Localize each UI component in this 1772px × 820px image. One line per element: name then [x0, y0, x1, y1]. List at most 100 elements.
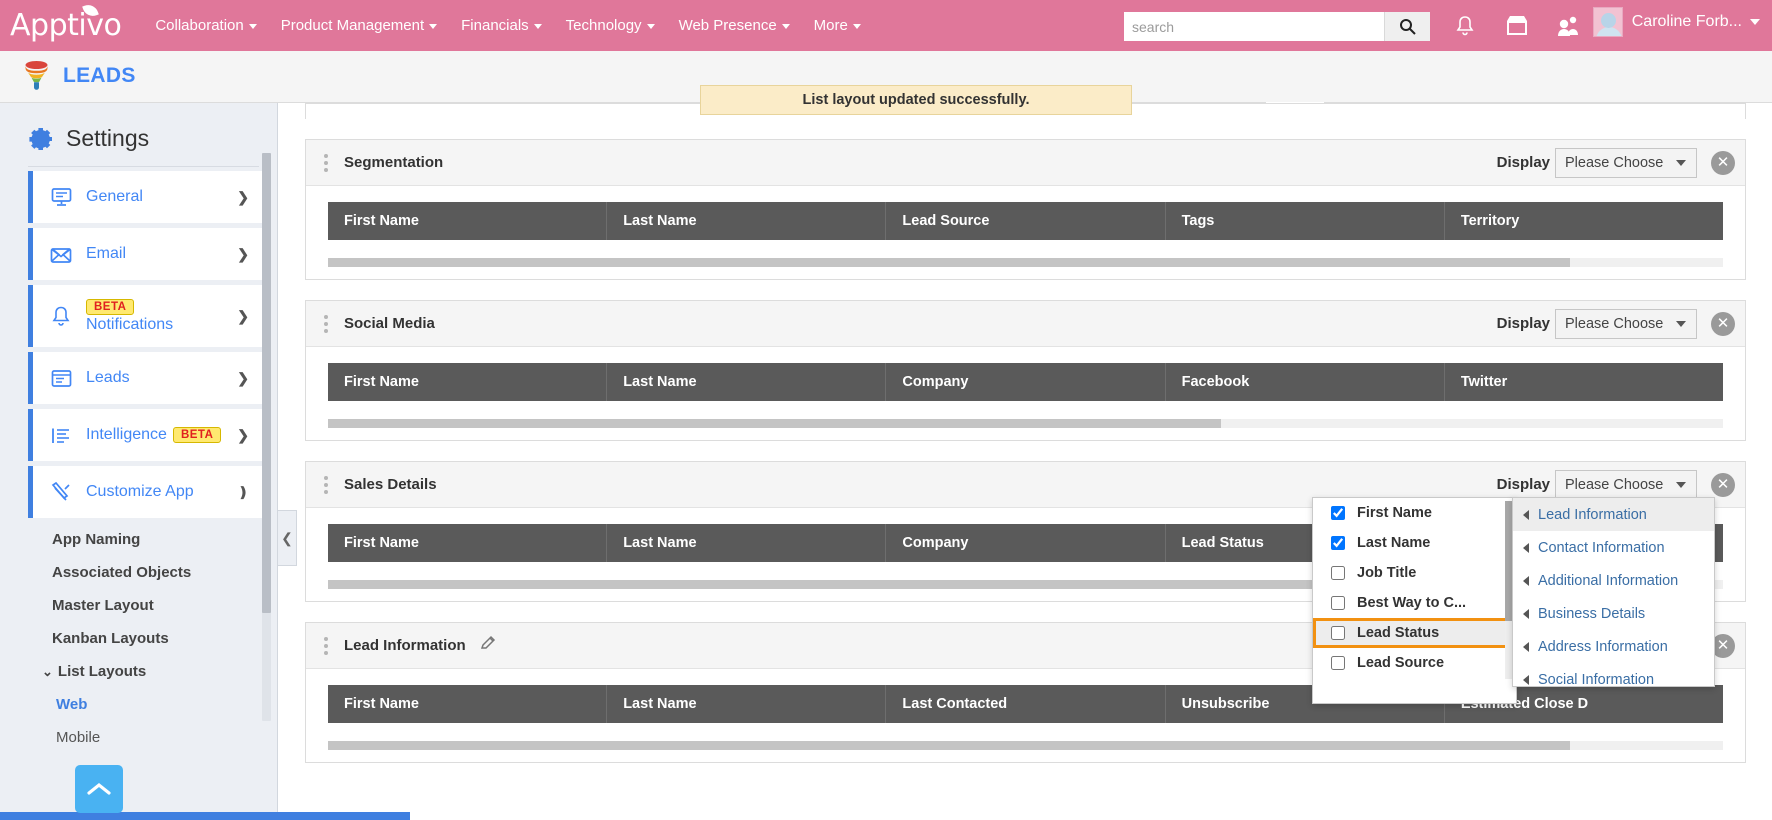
- edit-pencil-icon[interactable]: [480, 635, 497, 657]
- sidebar-subitem-mobile[interactable]: Mobile: [0, 721, 277, 754]
- drag-handle-icon[interactable]: [324, 154, 328, 172]
- horizontal-scrollbar-thumb[interactable]: [328, 419, 1221, 428]
- field-group-additional-information[interactable]: Additional Information: [1513, 564, 1714, 597]
- field-option-job-title[interactable]: Job Title: [1313, 558, 1516, 588]
- column-header[interactable]: Company: [886, 363, 1165, 401]
- scroll-to-top-button[interactable]: [75, 765, 123, 813]
- column-header[interactable]: Company: [886, 524, 1165, 562]
- drag-handle-icon[interactable]: [324, 315, 328, 333]
- display-select[interactable]: Please Choose: [1555, 470, 1697, 500]
- apptivo-logo[interactable]: Apptivo: [10, 11, 121, 41]
- chevron-down-icon: ⌄: [42, 664, 53, 680]
- sidebar-item-notifications[interactable]: BETA Notifications ❯: [28, 285, 263, 347]
- column-header[interactable]: Twitter: [1445, 363, 1723, 401]
- chevron-down-icon: [534, 24, 542, 29]
- section-header: Segmentation Display Please Choose ✕: [306, 140, 1745, 186]
- sidebar-item-intelligence[interactable]: Intelligence BETA ❯: [28, 409, 263, 461]
- remove-section-button[interactable]: ✕: [1711, 473, 1735, 497]
- sidebar-subitem-kanban-layouts[interactable]: Kanban Layouts: [0, 622, 277, 655]
- field-checkbox[interactable]: [1331, 656, 1345, 670]
- sidebar-scrollbar[interactable]: [262, 153, 271, 721]
- field-option-last-name[interactable]: Last Name: [1313, 528, 1516, 558]
- column-header[interactable]: Last Name: [607, 524, 886, 562]
- global-search-input[interactable]: [1124, 12, 1384, 41]
- column-header[interactable]: Tags: [1166, 202, 1445, 240]
- field-checkbox[interactable]: [1331, 626, 1345, 640]
- field-option-lead-source[interactable]: Lead Source: [1313, 648, 1516, 678]
- nav-item-financials[interactable]: Financials: [449, 11, 554, 40]
- username-label: Caroline Forb...: [1632, 13, 1742, 31]
- people-icon[interactable]: [1554, 12, 1584, 40]
- nav-item-collaboration[interactable]: Collaboration: [143, 11, 268, 40]
- nav-item-technology[interactable]: Technology: [554, 11, 667, 40]
- drag-handle-icon[interactable]: [324, 476, 328, 494]
- nav-item-web-presence[interactable]: Web Presence: [667, 11, 802, 40]
- horizontal-scrollbar-thumb[interactable]: [328, 741, 1570, 750]
- sidebar-scrollbar-thumb[interactable]: [262, 153, 271, 613]
- column-header[interactable]: Facebook: [1166, 363, 1445, 401]
- column-header[interactable]: Lead Source: [886, 202, 1165, 240]
- column-header[interactable]: First Name: [328, 524, 607, 562]
- field-group-social-information[interactable]: Social Information: [1513, 663, 1714, 696]
- sidebar-item-general[interactable]: General ❯: [28, 171, 263, 223]
- store-icon[interactable]: [1502, 12, 1532, 40]
- layout-section-segmentation: Segmentation Display Please Choose ✕ Fir…: [305, 139, 1746, 280]
- remove-section-button[interactable]: ✕: [1711, 312, 1735, 336]
- column-header[interactable]: Last Contacted: [886, 685, 1165, 723]
- sidebar-item-label: Email: [86, 245, 126, 263]
- horizontal-scrollbar[interactable]: [328, 741, 1723, 750]
- chevron-right-icon: ❯: [237, 308, 249, 325]
- field-checkbox[interactable]: [1331, 506, 1345, 520]
- sidebar-item-label: Notifications: [86, 316, 173, 334]
- triangle-left-icon: [1523, 675, 1529, 685]
- sidebar-subitem-associated-objects[interactable]: Associated Objects: [0, 556, 277, 589]
- sidebar-subitem-list-layouts[interactable]: ⌄ List Layouts: [0, 655, 277, 688]
- field-option-first-name[interactable]: First Name: [1313, 498, 1516, 528]
- field-checkbox[interactable]: [1331, 596, 1345, 610]
- field-group-address-information[interactable]: Address Information: [1513, 630, 1714, 663]
- display-select-value: Please Choose: [1565, 477, 1663, 493]
- nav-label: Collaboration: [155, 17, 243, 34]
- list-card-icon: [49, 369, 73, 388]
- field-group-label: Social Information: [1538, 672, 1654, 688]
- field-group-lead-information[interactable]: Lead Information: [1513, 498, 1714, 531]
- horizontal-scrollbar[interactable]: [328, 419, 1723, 428]
- drag-handle-icon[interactable]: [324, 637, 328, 655]
- nav-label: Technology: [566, 17, 642, 34]
- sidebar-item-email[interactable]: Email ❯: [28, 228, 263, 280]
- field-group-label: Lead Information: [1538, 507, 1647, 523]
- column-header[interactable]: Last Name: [607, 202, 886, 240]
- field-checkbox[interactable]: [1331, 536, 1345, 550]
- section-header: Social Media Display Please Choose ✕: [306, 301, 1745, 347]
- field-group-business-details[interactable]: Business Details: [1513, 597, 1714, 630]
- column-header[interactable]: Territory: [1445, 202, 1723, 240]
- global-search-button[interactable]: [1384, 12, 1430, 41]
- horizontal-scrollbar-thumb[interactable]: [328, 258, 1570, 267]
- sidebar-subitem-app-naming[interactable]: App Naming: [0, 523, 277, 556]
- column-header[interactable]: First Name: [328, 685, 607, 723]
- nav-item-product-management[interactable]: Product Management: [269, 11, 449, 40]
- nav-item-more[interactable]: More: [802, 11, 873, 40]
- display-select[interactable]: Please Choose: [1555, 309, 1697, 339]
- horizontal-scrollbar[interactable]: [328, 258, 1723, 267]
- bell-icon[interactable]: [1450, 12, 1480, 40]
- field-group-contact-information[interactable]: Contact Information: [1513, 531, 1714, 564]
- sidebar-item-leads[interactable]: Leads ❯: [28, 352, 263, 404]
- user-menu[interactable]: Caroline Forb...: [1593, 7, 1764, 37]
- field-picker-panel: First Name Last Name Job Title Best Way …: [1312, 497, 1517, 704]
- field-option-lead-status[interactable]: Lead Status: [1313, 618, 1516, 648]
- display-select[interactable]: Please Choose: [1555, 148, 1697, 178]
- remove-section-button[interactable]: ✕: [1711, 151, 1735, 175]
- chevron-down-icon: ❫: [237, 484, 249, 501]
- column-header[interactable]: First Name: [328, 202, 607, 240]
- column-header[interactable]: Last Name: [607, 363, 886, 401]
- sidebar-collapse-handle[interactable]: ❮: [278, 510, 297, 566]
- sidebar-item-customize-app[interactable]: Customize App ❫: [28, 466, 263, 518]
- column-header[interactable]: Last Name: [607, 685, 886, 723]
- sidebar-subitem-master-layout[interactable]: Master Layout: [0, 589, 277, 622]
- field-checkbox[interactable]: [1331, 566, 1345, 580]
- field-option-best-way-to-contact[interactable]: Best Way to C...: [1313, 588, 1516, 618]
- column-header[interactable]: First Name: [328, 363, 607, 401]
- triangle-left-icon: [1523, 510, 1529, 520]
- sidebar-subitem-web[interactable]: Web: [0, 688, 277, 721]
